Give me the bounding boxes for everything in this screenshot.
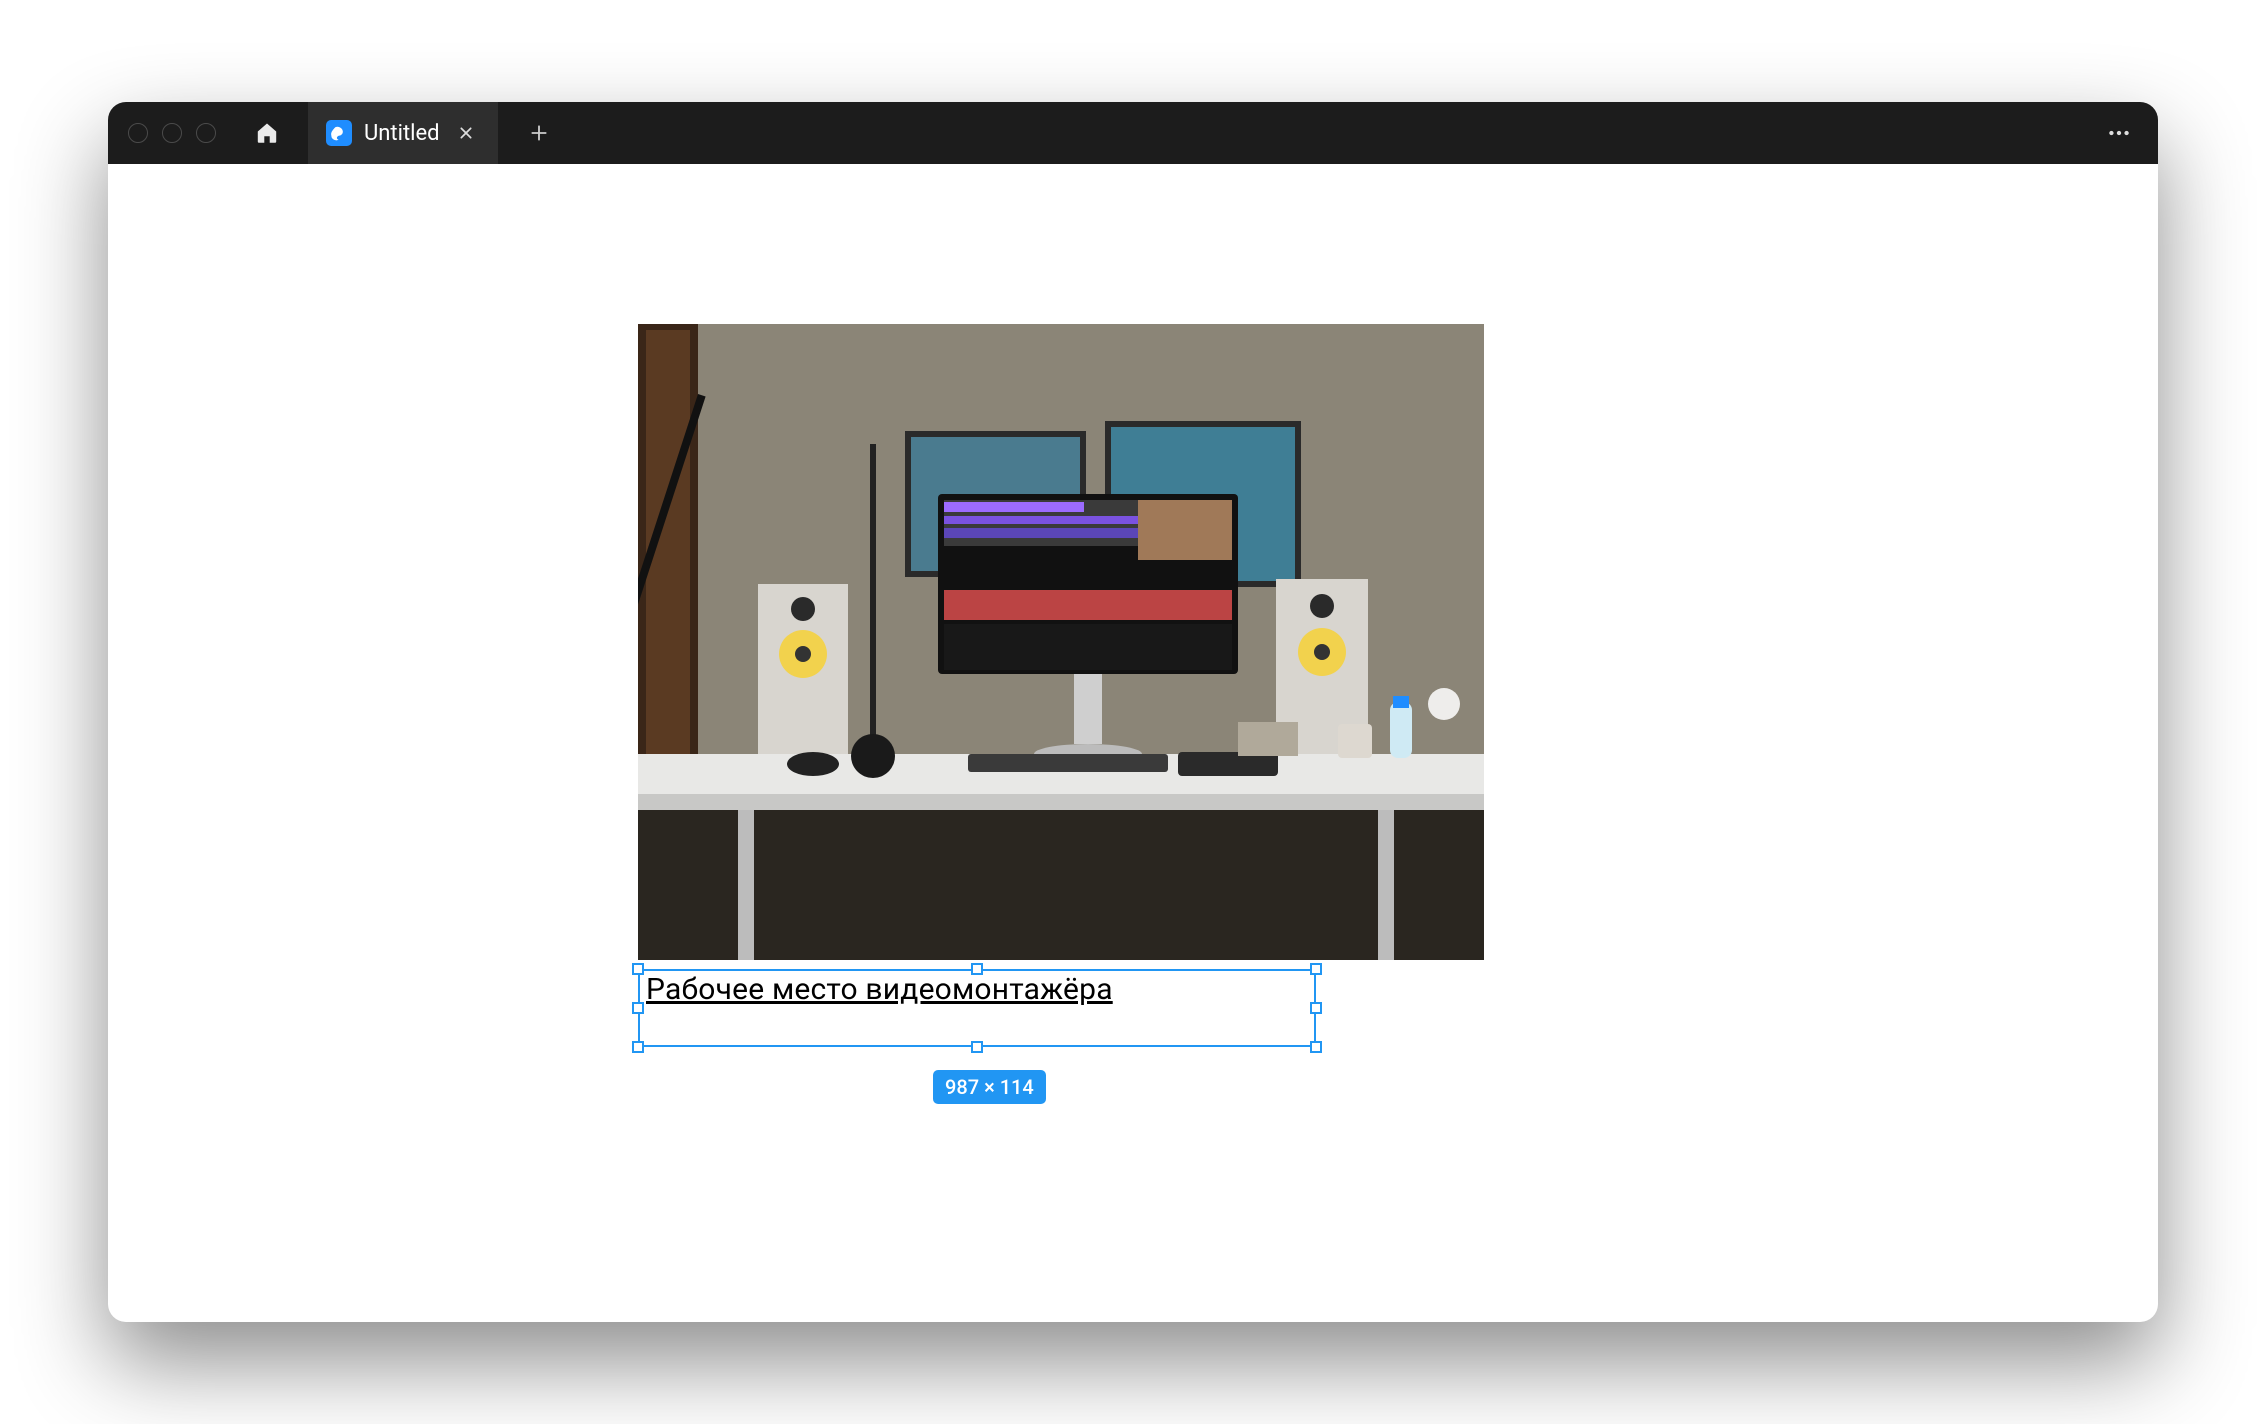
resize-handle-w[interactable] <box>632 1002 644 1014</box>
caption-text[interactable]: Рабочее место видеомонтажёра <box>646 975 1113 1005</box>
titlebar: Untitled <box>108 102 2158 164</box>
image-frame[interactable] <box>638 324 1484 960</box>
tab-title: Untitled <box>364 121 440 146</box>
image-desk-illustration <box>638 324 1484 960</box>
resize-handle-ne[interactable] <box>1310 963 1322 975</box>
close-icon <box>458 125 474 141</box>
canvas[interactable]: Рабочее место видеомонтажёра 987 × 114 <box>108 164 2158 1322</box>
resize-handle-se[interactable] <box>1310 1041 1322 1053</box>
resize-handle-n[interactable] <box>971 963 983 975</box>
screenshot-wrapper: Untitled <box>0 0 2266 1424</box>
resize-handle-sw[interactable] <box>632 1041 644 1053</box>
minimize-window-button[interactable] <box>162 123 182 143</box>
close-window-button[interactable] <box>128 123 148 143</box>
resize-handle-nw[interactable] <box>632 963 644 975</box>
resize-handle-s[interactable] <box>971 1041 983 1053</box>
tab-untitled[interactable]: Untitled <box>308 102 498 164</box>
more-menu-button[interactable] <box>2094 102 2144 164</box>
home-icon <box>254 120 280 146</box>
resize-handle-e[interactable] <box>1310 1002 1322 1014</box>
zoom-window-button[interactable] <box>196 123 216 143</box>
app-icon <box>326 120 352 146</box>
more-icon <box>2106 120 2132 146</box>
home-button[interactable] <box>240 102 294 164</box>
text-frame[interactable]: Рабочее место видеомонтажёра <box>638 969 1316 1047</box>
close-tab-button[interactable] <box>452 119 480 147</box>
selection-dimensions-label: 987 × 114 <box>933 1070 1046 1104</box>
new-tab-button[interactable] <box>512 102 566 164</box>
plus-icon <box>529 123 549 143</box>
window-controls <box>128 123 216 143</box>
app-window: Untitled <box>108 102 2158 1322</box>
